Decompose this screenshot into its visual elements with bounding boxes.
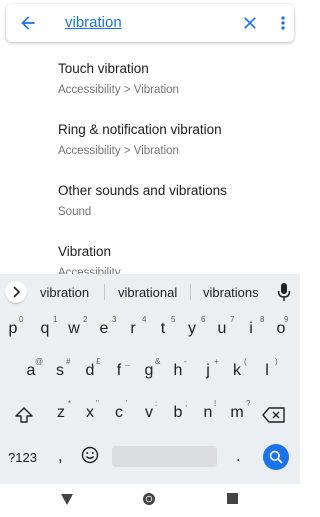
search-action-button[interactable] (263, 444, 289, 470)
key-o[interactable]: o (268, 320, 294, 338)
key-hint: 6 (201, 315, 206, 324)
nav-home-icon[interactable] (142, 492, 156, 506)
suggestion-item[interactable]: vibration (40, 285, 89, 300)
key-hint: 1 (53, 315, 58, 324)
search-input[interactable]: vibration (65, 14, 122, 31)
search-result-item[interactable]: Ring & notification vibration Accessibil… (58, 122, 222, 157)
key-hint: ? (246, 399, 251, 408)
key-hint: ! (214, 399, 217, 408)
key-c[interactable]: c (106, 404, 132, 422)
key-hint: £ (96, 357, 101, 366)
key-x[interactable]: x (77, 404, 103, 422)
key-hint: " (96, 399, 99, 408)
key-hint: : (155, 399, 158, 408)
result-title: Ring & notification vibration (58, 122, 222, 137)
key-hint: @ (35, 357, 44, 366)
search-result-item[interactable]: Touch vibration Accessibility > Vibratio… (58, 61, 179, 96)
key-hint: _ (125, 357, 130, 366)
symbols-key[interactable]: ?123 (8, 450, 37, 465)
key-hint: ) (275, 357, 278, 366)
suggestion-divider (104, 284, 105, 300)
space-bar[interactable] (112, 446, 217, 467)
key-h[interactable]: h (165, 362, 191, 380)
shift-icon[interactable] (14, 405, 34, 425)
result-title: Other sounds and vibrations (58, 183, 227, 198)
result-title: Vibration (58, 244, 112, 259)
nav-back-icon[interactable] (61, 494, 73, 505)
backspace-icon[interactable] (262, 407, 286, 423)
back-arrow-icon[interactable] (18, 13, 38, 33)
expand-suggestions-button[interactable] (5, 281, 27, 303)
more-vert-icon[interactable] (276, 13, 290, 33)
suggestion-strip: vibration vibrational vibrations (0, 274, 300, 310)
comma-key[interactable]: , (58, 446, 63, 466)
key-hint: + (214, 357, 219, 366)
key-hint: 7 (230, 315, 235, 324)
nav-recents-icon[interactable] (227, 493, 238, 504)
key-hint: - (184, 357, 187, 366)
emoji-icon[interactable] (81, 446, 99, 464)
key-hint: 5 (171, 315, 176, 324)
result-subtitle: Accessibility > Vibration (58, 84, 179, 96)
key-hint: & (155, 357, 161, 366)
key-hint: 4 (142, 315, 147, 324)
search-result-item[interactable]: Other sounds and vibrations Sound (58, 183, 227, 218)
suggestion-item[interactable]: vibrations (203, 285, 259, 300)
suggestion-item[interactable]: vibrational (118, 285, 177, 300)
key-hint: 0 (19, 315, 24, 324)
key-hint: 8 (260, 315, 265, 324)
result-subtitle: Accessibility > Vibration (58, 145, 179, 157)
close-icon[interactable] (240, 13, 260, 33)
key-hint: 3 (112, 315, 117, 324)
suggestion-divider (190, 284, 191, 300)
search-icon (269, 450, 283, 464)
key-n[interactable]: n (195, 404, 221, 422)
key-hint: ( (244, 357, 247, 366)
key-hint: ; (185, 399, 188, 408)
search-bar: vibration (6, 4, 294, 42)
keyboard: vibration vibrational vibrations q 1 w 2… (0, 274, 300, 484)
result-title: Touch vibration (58, 61, 149, 76)
key-hint: # (66, 357, 71, 366)
key-hint: * (68, 399, 72, 408)
chevron-right-icon (13, 286, 21, 298)
mic-icon[interactable] (277, 282, 291, 302)
result-subtitle: Sound (58, 206, 92, 218)
key-hint: ' (126, 399, 128, 408)
navigation-bar (0, 484, 300, 517)
key-hint: 2 (83, 315, 88, 324)
period-key[interactable]: . (236, 446, 241, 466)
key-hint: 9 (284, 315, 289, 324)
key-v[interactable]: v (136, 404, 162, 422)
